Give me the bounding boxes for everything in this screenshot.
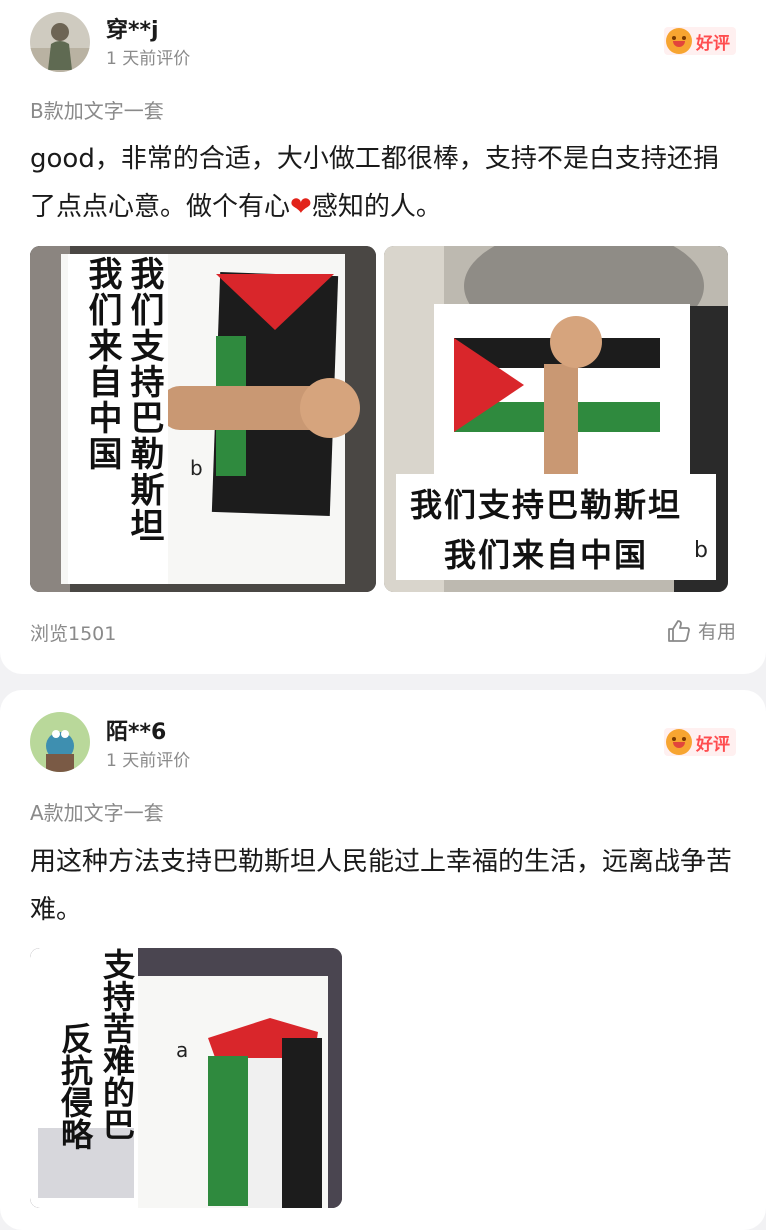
product-variant: B款加文字一套 bbox=[30, 99, 164, 123]
rating-badge: 好评 bbox=[664, 728, 736, 756]
avatar[interactable] bbox=[30, 12, 90, 72]
sign-text-line1: 支持苦难的巴 bbox=[98, 948, 136, 1140]
review-text-part: 感知的人。 bbox=[311, 192, 442, 222]
helpful-button[interactable]: 有用 bbox=[666, 617, 736, 644]
smile-icon bbox=[666, 28, 692, 54]
heart-icon: ❤ bbox=[290, 192, 312, 222]
product-variant: A款加文字一套 bbox=[30, 801, 164, 825]
sign-mark: b bbox=[694, 538, 708, 563]
review-text: 用这种方法支持巴勒斯坦人民能过上幸福的生活，远离战争苦难。 bbox=[30, 847, 733, 925]
avatar[interactable] bbox=[30, 712, 90, 772]
rating-badge: 好评 bbox=[664, 27, 736, 55]
review-text: good，非常的合适，大小做工都很棒，支持不是白支持还捐了点点心意。做个有心❤感… bbox=[30, 135, 740, 231]
review-card: 穿**j 1 天前评价 好评 B款加文字一套 good，非常的合适，大小做工都很… bbox=[0, 0, 766, 674]
sign-mark: b bbox=[190, 456, 203, 480]
sign-text-line2: 我们来自中国 bbox=[82, 256, 122, 472]
rating-label: 好评 bbox=[696, 33, 730, 54]
view-count: 浏览1501 bbox=[30, 623, 117, 645]
review-photo[interactable]: 支持苦难的巴 反抗侵略 a bbox=[30, 948, 342, 1208]
sign-text-line2: 反抗侵略 bbox=[56, 1022, 94, 1150]
sign-text-line2: 我们来自中国 bbox=[444, 536, 649, 574]
sign-mark: a bbox=[176, 1038, 189, 1062]
review-photo[interactable]: 我们支持巴勒斯坦 我们来自中国 b bbox=[384, 246, 728, 592]
review-photo[interactable]: 我们支持巴勒斯坦 我们来自中国 b bbox=[30, 246, 376, 592]
review-time: 1 天前评价 bbox=[106, 751, 191, 771]
username[interactable]: 穿**j bbox=[106, 12, 159, 44]
rating-label: 好评 bbox=[696, 734, 730, 755]
thumbs-up-icon bbox=[668, 619, 690, 642]
sign-text-line1: 我们支持巴勒斯坦 bbox=[124, 256, 164, 544]
review-time: 1 天前评价 bbox=[106, 49, 191, 69]
smile-icon bbox=[666, 729, 692, 755]
username[interactable]: 陌**6 bbox=[106, 714, 166, 746]
helpful-label: 有用 bbox=[697, 621, 736, 643]
review-card: 陌**6 1 天前评价 好评 A款加文字一套 用这种方法支持巴勒斯坦人民能过上幸… bbox=[0, 690, 766, 1230]
sign-text-line1: 我们支持巴勒斯坦 bbox=[410, 486, 683, 524]
